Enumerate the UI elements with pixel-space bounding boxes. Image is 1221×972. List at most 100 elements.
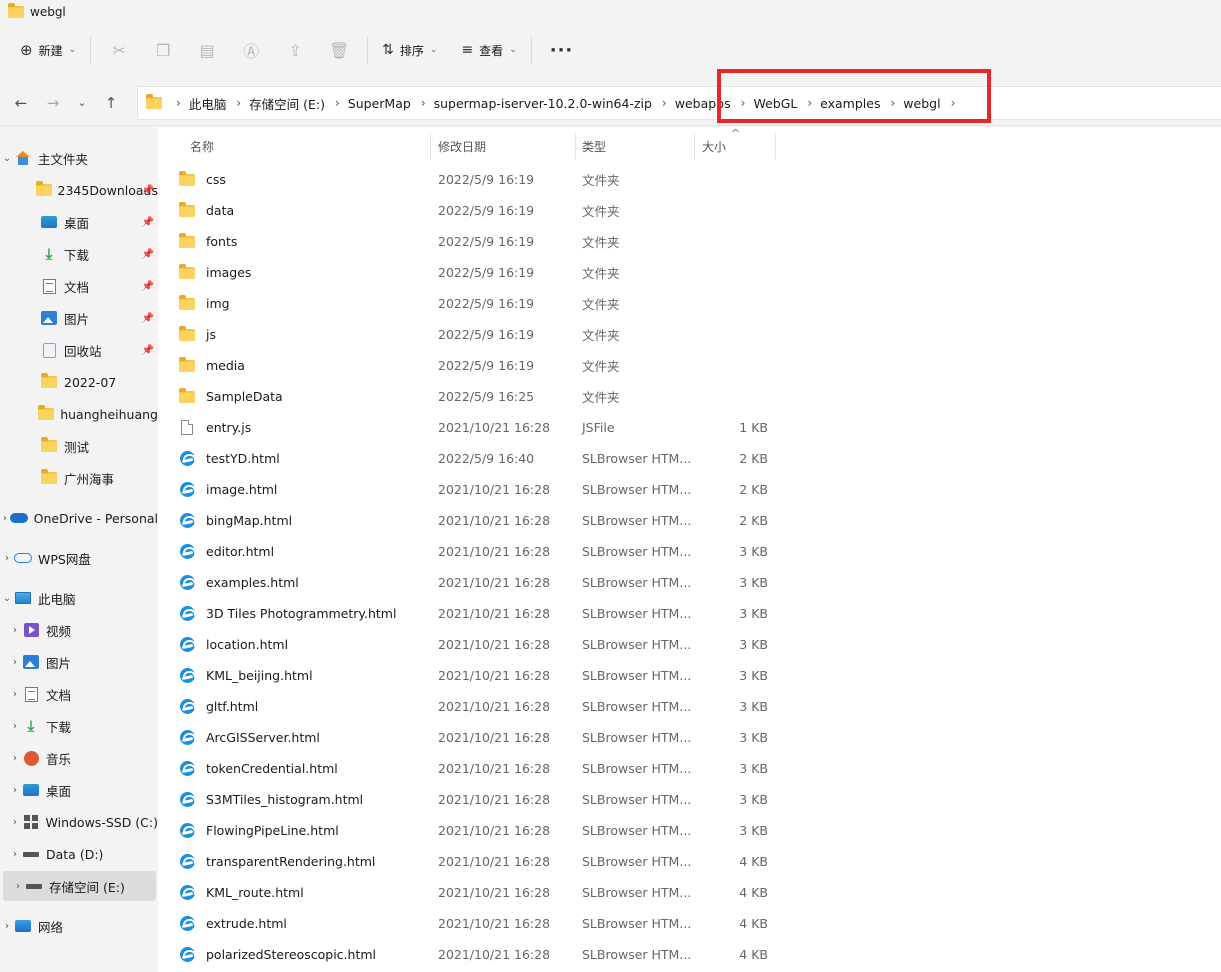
sidebar-item[interactable]: 回收站 📌 [0,335,158,365]
sidebar-item[interactable]: › 网络 [0,911,158,941]
breadcrumb-item[interactable]: 存储空间 (E:) [249,94,325,113]
table-row[interactable]: SampleData 2022/5/9 16:25 文件夹 [170,381,790,412]
sidebar-item[interactable]: › ⤓ 下载 [0,711,158,741]
sidebar-item[interactable]: ⌄ 此电脑 [0,583,158,613]
sidebar-item[interactable]: 桌面 📌 [0,207,158,237]
table-row[interactable]: FlowingPipeLine.html 2021/10/21 16:28 SLBr… [170,815,790,846]
sidebar-item[interactable]: ⌄ 主文件夹 [0,143,158,173]
sidebar-item[interactable]: 文档 📌 [0,271,158,301]
breadcrumb-item[interactable]: examples [820,96,880,111]
chevron-right-icon[interactable]: › [0,513,10,524]
sidebar-item[interactable]: 2345Downloads 📌 [0,175,158,205]
breadcrumb-item[interactable]: SuperMap [348,96,411,111]
breadcrumb[interactable]: › supermap-iserver-10.2.0-win64-zip [411,96,652,111]
column-divider[interactable] [694,133,695,159]
breadcrumb[interactable]: › 存储空间 (E:) [226,94,325,113]
new-button[interactable]: ⊕ 新建 ⌄ [12,34,84,66]
chevron-right-icon[interactable]: › [8,625,22,636]
table-row[interactable]: extrude.html 2021/10/21 16:28 SLBrowser HT… [170,908,790,939]
table-row[interactable]: img 2022/5/9 16:19 文件夹 [170,288,790,319]
table-row[interactable]: data 2022/5/9 16:19 文件夹 [170,195,790,226]
breadcrumb-item[interactable]: webgl [903,96,940,111]
table-row[interactable]: bingMap.html 2021/10/21 16:28 SLBrowser HT… [170,505,790,536]
sidebar-item[interactable]: huangheihuang [0,399,158,429]
sidebar-item[interactable]: › OneDrive - Personal [0,503,158,533]
sidebar-item[interactable]: › 桌面 [0,775,158,805]
breadcrumb[interactable]: › WebGL [731,96,798,111]
column-divider[interactable] [775,133,776,159]
sidebar-item[interactable]: 广州海事 [0,463,158,493]
sidebar-item[interactable]: › 文档 [0,679,158,709]
back-button[interactable]: ← [5,87,37,119]
chevron-right-icon[interactable]: › [8,817,22,828]
table-row[interactable]: ArcGISServer.html 2021/10/21 16:28 SLBrows… [170,722,790,753]
chevron-right-icon[interactable]: › [8,849,22,860]
chevron-right-icon[interactable]: › [0,553,14,564]
copy-button[interactable]: ❐ [141,34,185,66]
table-row[interactable]: KML_route.html 2021/10/21 16:28 SLBrowser … [170,877,790,908]
table-row[interactable]: transparentRendering.html 2021/10/21 16:2… [170,846,790,877]
cut-button[interactable]: ✂ [97,34,141,66]
table-row[interactable]: editor.html 2021/10/21 16:28 SLBrowser HTM… [170,536,790,567]
table-row[interactable]: media 2022/5/9 16:19 文件夹 [170,350,790,381]
share-button[interactable]: ⇪ [273,34,317,66]
chevron-right-icon[interactable]: › [8,753,22,764]
paste-button[interactable]: ▤ [185,34,229,66]
column-divider[interactable] [430,133,431,159]
chevron-right-icon[interactable]: › [8,785,22,796]
table-row[interactable]: location.html 2021/10/21 16:28 SLBrowser H… [170,629,790,660]
breadcrumb-item[interactable]: supermap-iserver-10.2.0-win64-zip [434,96,652,111]
table-row[interactable]: S3MTiles_histogram.html 2021/10/21 16:28 S… [170,784,790,815]
view-button[interactable]: ≡ 查看 ⌄ [453,34,524,66]
breadcrumb[interactable]: › examples [797,96,880,111]
breadcrumb-item[interactable]: WebGL [753,96,797,111]
column-header-date[interactable]: 修改日期 [438,127,486,165]
more-options-button[interactable]: ··· [538,40,586,61]
delete-button[interactable]: 🗑 [317,34,361,66]
table-row[interactable]: entry.js 2021/10/21 16:28 JSFile 1 KB [170,412,790,443]
table-row[interactable]: gltf.html 2021/10/21 16:28 SLBrowser HTM..… [170,691,790,722]
column-header-type[interactable]: 类型 [582,127,606,165]
sidebar-item[interactable]: 2022-07 [0,367,158,397]
rename-button[interactable]: Ⓐ [229,34,273,66]
chevron-right-icon[interactable]: › [8,689,22,700]
chevron-right-icon[interactable]: › [0,921,14,932]
sidebar-item[interactable]: 图片 📌 [0,303,158,333]
table-row[interactable]: js 2022/5/9 16:19 文件夹 [170,319,790,350]
address-bar[interactable]: › 此电脑 › 存储空间 (E:) › SuperMap › supermap-… [137,86,1221,120]
sidebar-item[interactable]: › 图片 [0,647,158,677]
forward-button[interactable]: → [37,87,69,119]
column-divider[interactable] [575,133,576,159]
table-row[interactable]: testYD.html 2022/5/9 16:40 SLBrowser HTM..… [170,443,790,474]
sidebar-item[interactable]: › 音乐 [0,743,158,773]
chevron-right-icon[interactable]: › [11,881,25,892]
chevron-down-icon[interactable]: ⌄ [0,153,14,164]
table-row[interactable]: tokenCredential.html 2021/10/21 16:28 SLBr… [170,753,790,784]
chevron-right-icon[interactable]: › [8,657,22,668]
breadcrumb[interactable]: › SuperMap [325,96,411,111]
sort-button[interactable]: ⇅ 排序 ⌄ [374,34,445,66]
sidebar-item[interactable]: ⤓ 下载 📌 [0,239,158,269]
chevron-right-icon[interactable]: › [8,721,22,732]
sidebar-item[interactable]: › 存储空间 (E:) [3,871,156,901]
table-row[interactable]: 3D Tiles Photogrammetry.html 2021/10/21 1… [170,598,790,629]
up-button[interactable]: ↑ [95,87,127,119]
breadcrumb[interactable]: › webapps [652,96,731,111]
breadcrumb-item[interactable]: 此电脑 [189,94,227,113]
table-row[interactable]: fonts 2022/5/9 16:19 文件夹 [170,226,790,257]
column-header-size[interactable]: 大小 [702,127,726,165]
breadcrumb[interactable]: › 此电脑 [166,94,226,113]
breadcrumb[interactable]: › webgl › [880,96,963,111]
breadcrumb-item[interactable]: webapps [675,96,731,111]
table-row[interactable]: images 2022/5/9 16:19 文件夹 [170,257,790,288]
sidebar-item[interactable]: › WPS网盘 [0,543,158,573]
column-header-name[interactable]: 名称 [190,127,214,165]
table-row[interactable]: css 2022/5/9 16:19 文件夹 [170,164,790,195]
recent-locations-button[interactable]: ⌄ [69,87,95,119]
table-row[interactable]: polarizedStereoscopic.html 2021/10/21 16:… [170,939,790,970]
sidebar-item[interactable]: › Windows-SSD (C:) [0,807,158,837]
table-row[interactable]: image.html 2021/10/21 16:28 SLBrowser HTM.… [170,474,790,505]
table-row[interactable]: examples.html 2021/10/21 16:28 SLBrowser H… [170,567,790,598]
sidebar-item[interactable]: 测试 [0,431,158,461]
table-row[interactable]: KML_beijing.html 2021/10/21 16:28 SLBrowse… [170,660,790,691]
